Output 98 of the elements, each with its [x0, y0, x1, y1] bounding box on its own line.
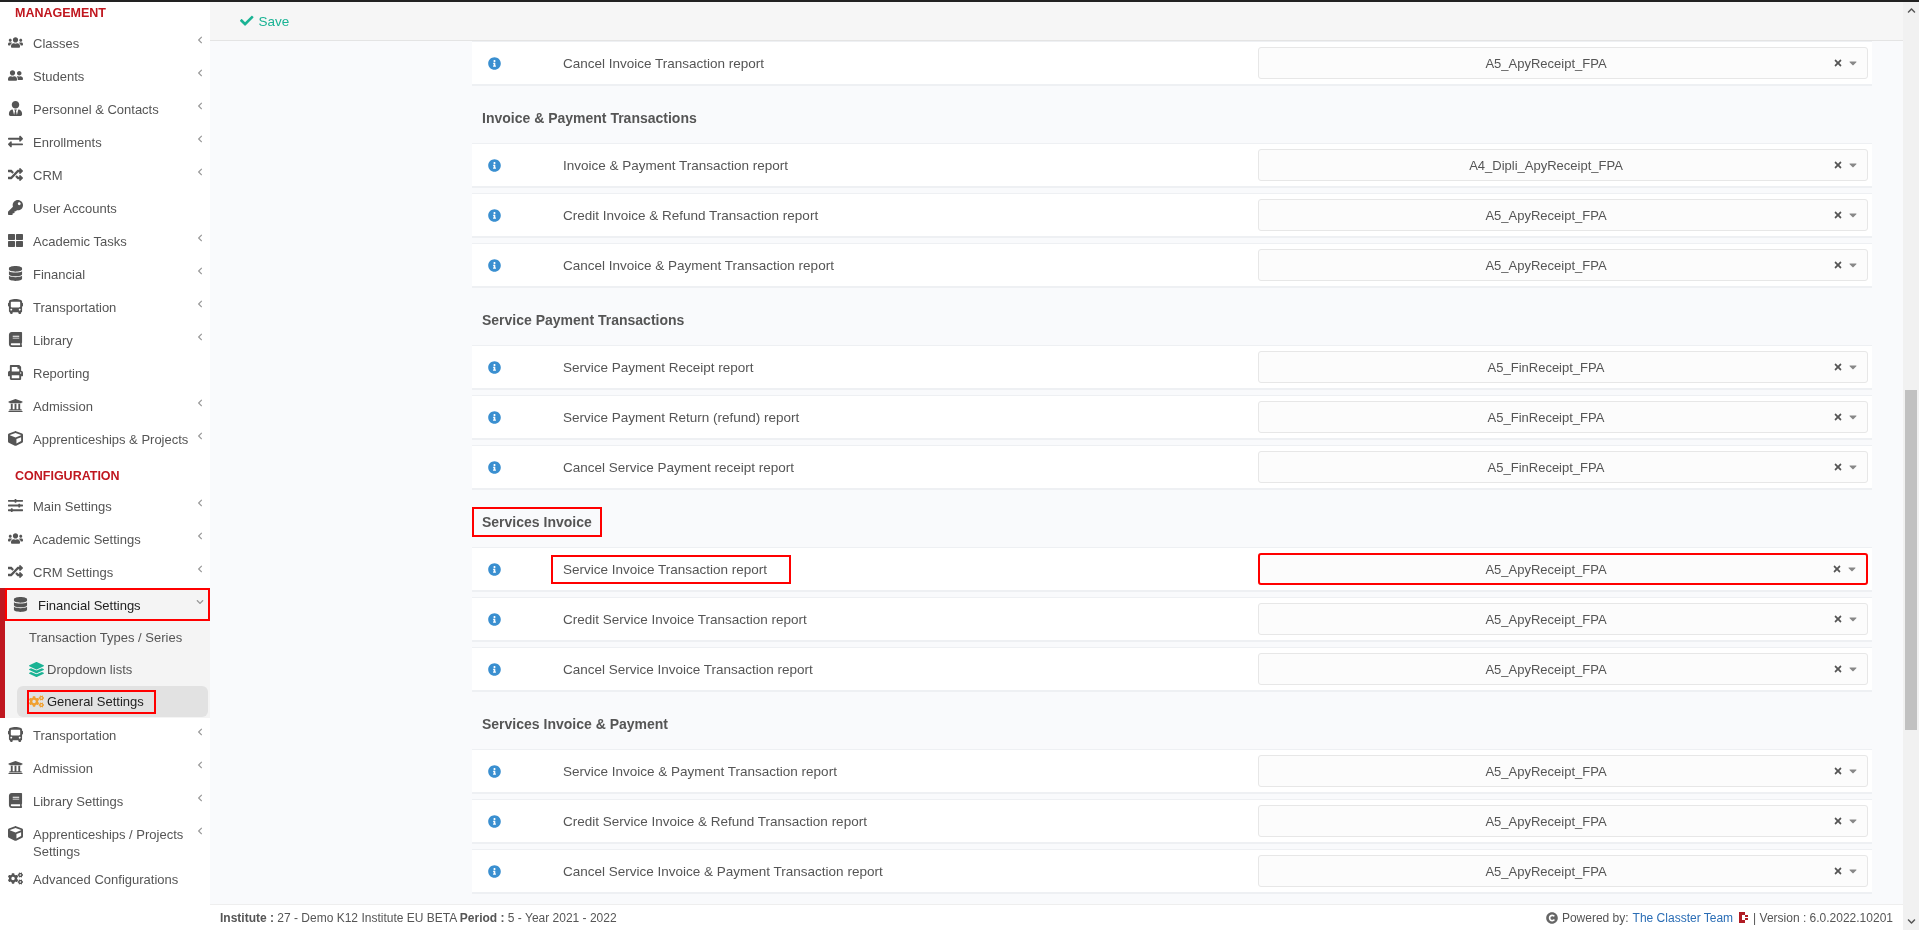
report-select[interactable]: A5_ApyReceipt_FPA — [1258, 603, 1868, 635]
sidebar-item[interactable]: Library — [0, 323, 210, 356]
version-text: | Version : 6.0.2022.10201 — [1753, 910, 1893, 925]
sidebar-item[interactable]: User Accounts — [0, 191, 210, 224]
check-icon — [240, 14, 254, 28]
sidebar-subitem[interactable]: General Settings — [17, 686, 208, 717]
sidebar-item[interactable]: Transportation — [0, 718, 210, 751]
clear-icon[interactable] — [1833, 362, 1843, 372]
row-label: Service Payment Return (refund) report — [562, 408, 801, 427]
row-label: Cancel Service Invoice Transaction report — [562, 660, 814, 679]
menu-item-icon — [8, 233, 26, 249]
sidebar-item[interactable]: Advanced Configurations — [0, 862, 210, 895]
clear-icon[interactable] — [1833, 614, 1843, 624]
menu-item-icon — [8, 498, 26, 514]
clear-icon[interactable] — [1832, 564, 1842, 574]
sidebar-item[interactable]: Personnel & Contacts — [0, 92, 210, 125]
sidebar-item[interactable]: Students — [0, 59, 210, 92]
clear-icon[interactable] — [1833, 866, 1843, 876]
sidebar-item[interactable]: Library Settings — [0, 784, 210, 817]
clear-icon[interactable] — [1833, 462, 1843, 472]
sidebar-item[interactable]: Apprenticeships & Projects — [0, 422, 210, 455]
report-select[interactable]: A5_ApyReceipt_FPA — [1258, 755, 1868, 787]
scroll-up-icon[interactable] — [1906, 6, 1916, 15]
report-select[interactable]: A5_ApyReceipt_FPA — [1258, 653, 1868, 685]
sidebar-item[interactable]: Academic Settings — [0, 522, 210, 555]
report-select[interactable]: A5_ApyReceipt_FPA — [1258, 199, 1868, 231]
row-label: Invoice & Payment Transaction report — [562, 156, 790, 175]
clear-icon[interactable] — [1833, 412, 1843, 422]
row-label: Cancel Service Invoice & Payment Transaction report — [562, 862, 884, 881]
copyright-icon — [1545, 911, 1558, 924]
layers-icon — [29, 661, 45, 678]
row-label: Cancel Service Payment receipt report — [562, 458, 796, 477]
sidebar-item[interactable]: Admission — [0, 751, 210, 784]
report-select[interactable]: A5_ApyReceipt_FPA — [1258, 855, 1868, 887]
gears-icon — [29, 693, 45, 710]
section-heading: Services Invoice — [472, 507, 602, 537]
section-heading: Services Invoice & Payment — [481, 715, 669, 734]
menu-item-icon — [8, 200, 26, 216]
menu-item-icon — [8, 431, 26, 447]
menu-item-icon — [8, 760, 26, 776]
report-select[interactable]: A5_FinReceipt_FPA — [1258, 351, 1868, 383]
menu-item-icon — [8, 68, 26, 84]
powered-by-text: Powered by: — [1561, 910, 1629, 925]
menu-item-icon — [8, 35, 26, 51]
row-label: Service Invoice & Payment Transaction report — [562, 762, 838, 781]
report-select[interactable]: A5_ApyReceipt_FPA — [1258, 249, 1868, 281]
sidebar-item[interactable]: Academic Tasks — [0, 224, 210, 257]
sidebar-item[interactable]: Admission — [0, 389, 210, 422]
clear-icon[interactable] — [1833, 664, 1843, 674]
row-label: Cancel Invoice & Payment Transaction report — [562, 256, 835, 275]
sidebar-item[interactable]: Apprenticeships / Projects Settings — [0, 817, 210, 862]
menu-item-icon — [8, 299, 26, 315]
clear-icon[interactable] — [1833, 210, 1843, 220]
logo-icon — [1737, 911, 1750, 924]
institute-info: Institute : 27 - Demo K12 Institute EU BETA Period : 5 - Year 2021 - 2022 — [220, 910, 617, 925]
clear-icon[interactable] — [1833, 58, 1843, 68]
sidebar-section-title: MANAGEMENT — [14, 5, 107, 22]
row-label: Cancel Invoice Transaction report — [562, 54, 766, 73]
sidebar-item[interactable]: Reporting — [0, 356, 210, 389]
clear-icon[interactable] — [1833, 260, 1843, 270]
menu-item-icon — [8, 826, 26, 842]
report-select[interactable]: A5_FinReceipt_FPA — [1258, 451, 1868, 483]
report-select[interactable]: A4_Dipli_ApyReceipt_FPA — [1258, 149, 1868, 181]
report-select[interactable]: A5_ApyReceipt_FPA — [1258, 47, 1868, 79]
team-link[interactable]: The Classter Team — [1632, 910, 1734, 925]
sidebar-item[interactable]: Financial Settings — [5, 588, 210, 621]
row-label: Credit Service Invoice Transaction report — [562, 610, 808, 629]
report-select[interactable]: A5_ApyReceipt_FPA — [1258, 553, 1868, 585]
scroll-down-icon[interactable] — [1906, 917, 1916, 926]
menu-item-icon — [8, 398, 26, 414]
menu-item-icon — [8, 167, 26, 183]
menu-item-icon — [8, 727, 26, 743]
row-label: Credit Invoice & Refund Transaction report — [562, 206, 820, 225]
report-select[interactable]: A5_FinReceipt_FPA — [1258, 401, 1868, 433]
sidebar-item[interactable]: Main Settings — [0, 489, 210, 522]
row-label: Credit Service Invoice & Refund Transaction report — [562, 812, 868, 831]
sidebar-subitem[interactable]: Dropdown lists — [17, 654, 208, 685]
sidebar-subitem[interactable]: Transaction Types / Series — [17, 622, 208, 653]
sidebar-item[interactable]: CRM Settings — [0, 555, 210, 588]
menu-item-icon — [8, 365, 26, 381]
menu-item-icon — [8, 564, 26, 580]
sidebar-item[interactable]: Financial — [0, 257, 210, 290]
menu-item-icon — [8, 871, 26, 887]
menu-item-icon — [8, 134, 26, 150]
sidebar-item[interactable]: Enrollments — [0, 125, 210, 158]
sidebar-section-title: CONFIGURATION — [14, 468, 121, 485]
report-select[interactable]: A5_ApyReceipt_FPA — [1258, 805, 1868, 837]
row-label: Service Payment Receipt report — [562, 358, 755, 377]
sidebar-item[interactable]: Classes — [0, 26, 210, 59]
section-heading: Invoice & Payment Transactions — [481, 109, 698, 128]
row-label: Service Invoice Transaction report — [551, 554, 792, 584]
section-heading: Service Payment Transactions — [481, 311, 686, 330]
sidebar-item[interactable]: CRM — [0, 158, 210, 191]
clear-icon[interactable] — [1833, 816, 1843, 826]
clear-icon[interactable] — [1833, 766, 1843, 776]
clear-icon[interactable] — [1833, 160, 1843, 170]
sidebar-item[interactable]: Transportation — [0, 290, 210, 323]
menu-item-icon — [8, 531, 26, 547]
